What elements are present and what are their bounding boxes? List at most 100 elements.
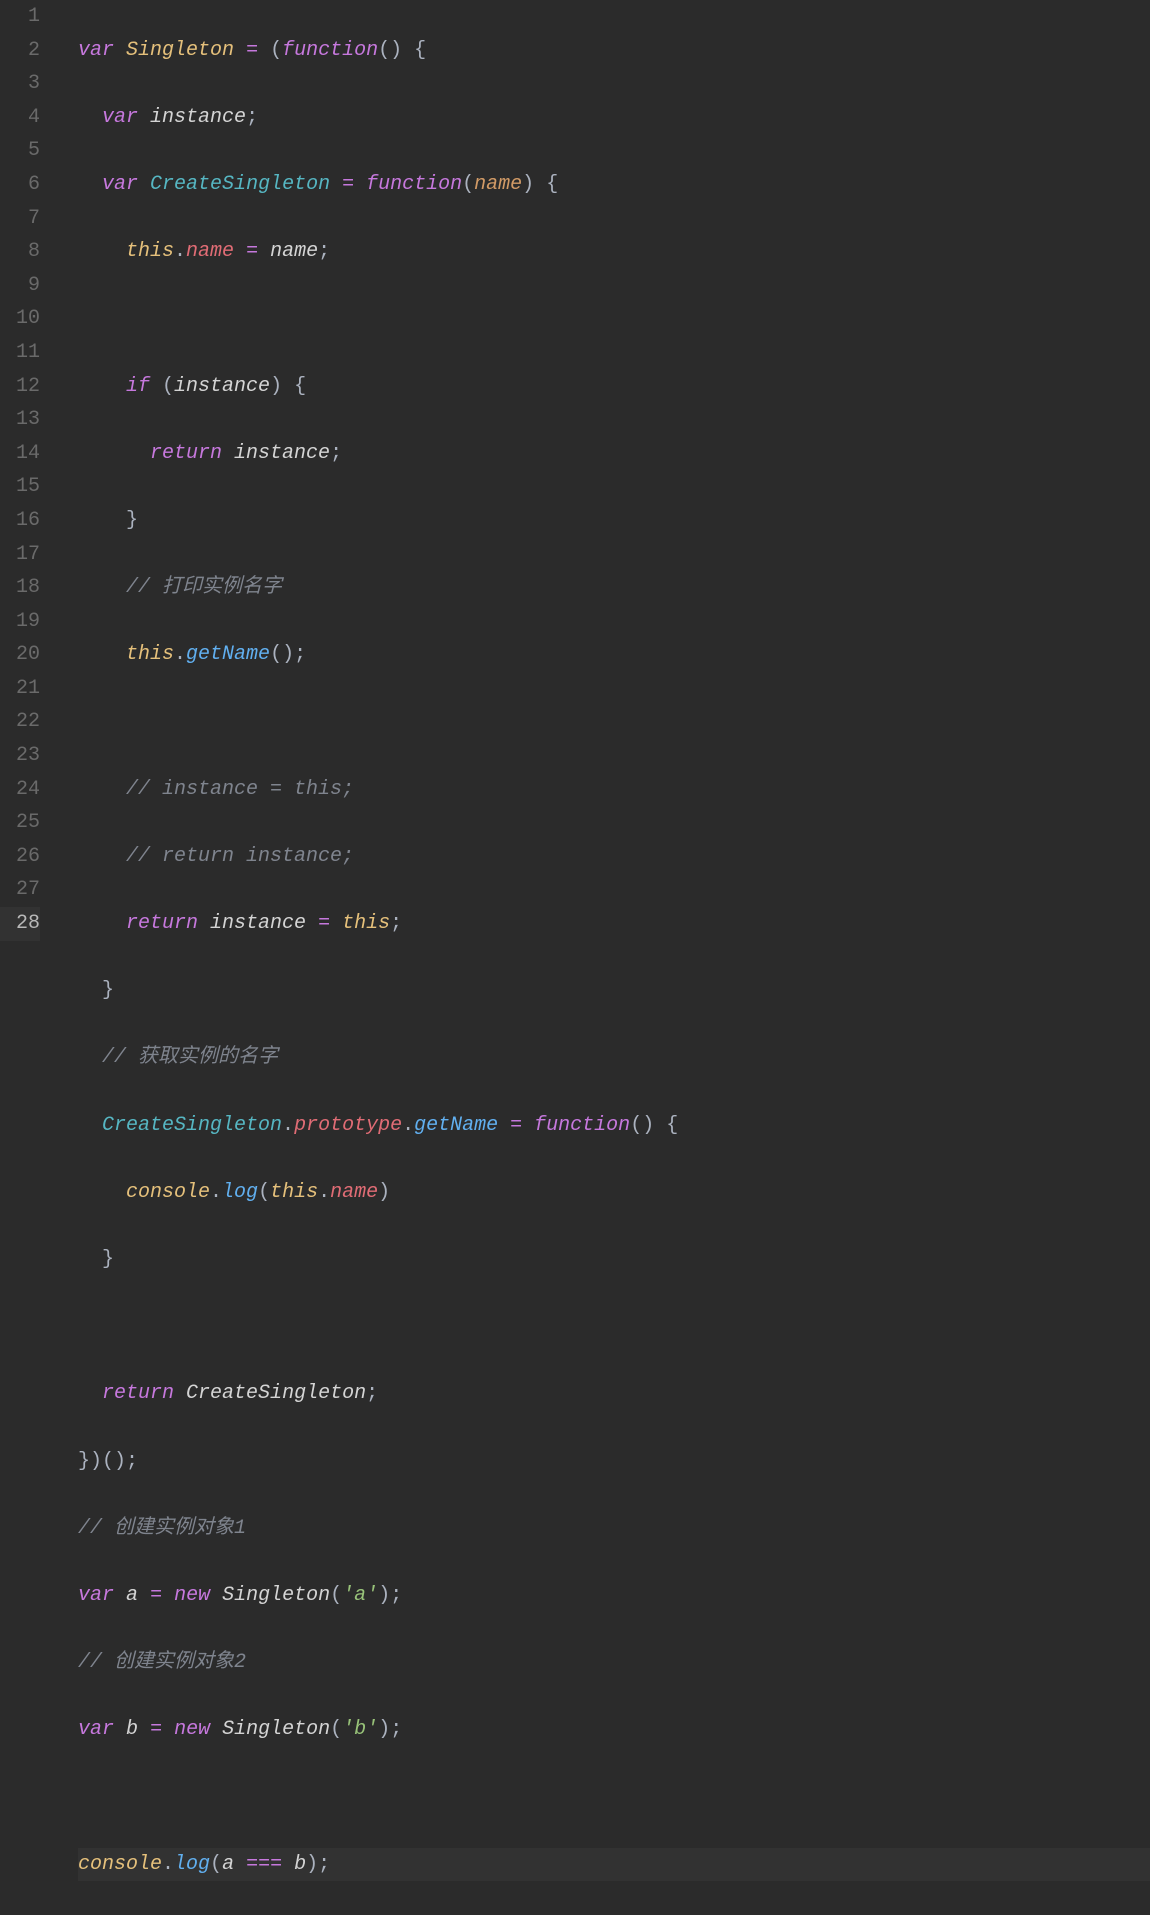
punctuation: ; [330, 442, 342, 465]
code-line[interactable]: // 获取实例的名字 [78, 1041, 1150, 1075]
punctuation: ; [390, 1584, 402, 1607]
punctuation: { [654, 1114, 678, 1137]
keyword-function: function [282, 39, 378, 62]
keyword-function: function [366, 173, 462, 196]
line-number: 21 [0, 672, 40, 706]
comment: // 创建实例对象1 [78, 1517, 246, 1540]
code-line[interactable]: CreateSingleton.prototype.getName = func… [78, 1109, 1150, 1143]
code-line[interactable]: var instance; [78, 101, 1150, 135]
code-line[interactable]: if (instance) { [78, 370, 1150, 404]
punctuation: () [378, 39, 402, 62]
keyword-return: return [126, 912, 198, 935]
punctuation: { [282, 375, 306, 398]
method-name: getName [186, 643, 270, 666]
comment: // 获取实例的名字 [102, 1046, 278, 1069]
operator: = [246, 240, 258, 263]
line-number: 3 [0, 67, 40, 101]
punctuation: ; [246, 106, 258, 129]
operator: = [150, 1718, 162, 1741]
punctuation: ; [318, 240, 330, 263]
punctuation: ( [330, 1584, 342, 1607]
punctuation: () [270, 643, 294, 666]
code-line[interactable]: this.getName(); [78, 638, 1150, 672]
punctuation: ( [150, 375, 174, 398]
operator: = [510, 1114, 522, 1137]
code-line[interactable]: // instance = this; [78, 773, 1150, 807]
keyword-var: var [78, 39, 114, 62]
code-line[interactable]: })(); [78, 1445, 1150, 1479]
line-number: 26 [0, 840, 40, 874]
punctuation: . [282, 1114, 294, 1137]
punctuation: . [318, 1181, 330, 1204]
comment: // return instance; [126, 845, 354, 868]
line-number: 14 [0, 437, 40, 471]
code-line[interactable]: // return instance; [78, 840, 1150, 874]
code-line[interactable]: return instance = this; [78, 907, 1150, 941]
punctuation: } [102, 1248, 114, 1271]
code-line[interactable]: console.log(this.name) [78, 1176, 1150, 1210]
line-number: 16 [0, 504, 40, 538]
punctuation: ) [522, 173, 534, 196]
code-line[interactable]: // 创建实例对象2 [78, 1646, 1150, 1680]
identifier: Singleton [222, 1718, 330, 1741]
punctuation: ; [390, 1718, 402, 1741]
keyword-var: var [102, 173, 138, 196]
identifier: console [78, 1853, 162, 1876]
method-name: log [222, 1181, 258, 1204]
parameter: name [474, 173, 522, 196]
keyword-return: return [150, 442, 222, 465]
keyword-new: new [174, 1718, 210, 1741]
code-line[interactable]: var a = new Singleton('a'); [78, 1579, 1150, 1613]
keyword-this: this [270, 1181, 318, 1204]
identifier: b [126, 1718, 138, 1741]
keyword-new: new [174, 1584, 210, 1607]
code-line[interactable]: return instance; [78, 437, 1150, 471]
code-editor[interactable]: var Singleton = (function() { var instan… [58, 0, 1150, 962]
string-literal: 'b' [342, 1718, 378, 1741]
code-line[interactable]: } [78, 504, 1150, 538]
code-line[interactable]: // 打印实例名字 [78, 571, 1150, 605]
line-number: 27 [0, 873, 40, 907]
code-line[interactable]: // 创建实例对象1 [78, 1512, 1150, 1546]
code-line[interactable] [78, 302, 1150, 336]
keyword-this: this [126, 240, 174, 263]
line-number: 17 [0, 538, 40, 572]
operator: = [150, 1584, 162, 1607]
identifier: Singleton [222, 1584, 330, 1607]
property: prototype [294, 1114, 402, 1137]
identifier: name [270, 240, 318, 263]
punctuation: } [102, 979, 114, 1002]
operator: = [342, 173, 354, 196]
punctuation: ) [270, 375, 282, 398]
code-line[interactable]: console.log(a === b); [78, 1848, 1150, 1882]
property: name [186, 240, 234, 263]
code-line[interactable]: } [78, 974, 1150, 1008]
line-number: 7 [0, 202, 40, 236]
method-name: log [174, 1853, 210, 1876]
punctuation: () [630, 1114, 654, 1137]
keyword-var: var [78, 1718, 114, 1741]
identifier: instance [210, 912, 306, 935]
line-number: 20 [0, 638, 40, 672]
code-line[interactable]: var CreateSingleton = function(name) { [78, 168, 1150, 202]
punctuation: ( [210, 1853, 222, 1876]
code-line[interactable]: var Singleton = (function() { [78, 34, 1150, 68]
code-line[interactable] [78, 705, 1150, 739]
code-line[interactable] [78, 1780, 1150, 1814]
punctuation: ( [258, 1181, 270, 1204]
code-line[interactable] [78, 1310, 1150, 1344]
punctuation: })(); [78, 1450, 138, 1473]
line-number: 23 [0, 739, 40, 773]
code-line[interactable]: } [78, 1243, 1150, 1277]
line-number: 5 [0, 134, 40, 168]
code-line[interactable]: return CreateSingleton; [78, 1377, 1150, 1411]
punctuation: ; [294, 643, 306, 666]
code-line[interactable]: this.name = name; [78, 235, 1150, 269]
punctuation: ( [462, 173, 474, 196]
keyword-if: if [126, 375, 150, 398]
code-line[interactable]: var b = new Singleton('b'); [78, 1713, 1150, 1747]
identifier: console [126, 1181, 210, 1204]
punctuation: ) [378, 1181, 390, 1204]
punctuation: . [174, 643, 186, 666]
identifier: instance [174, 375, 270, 398]
